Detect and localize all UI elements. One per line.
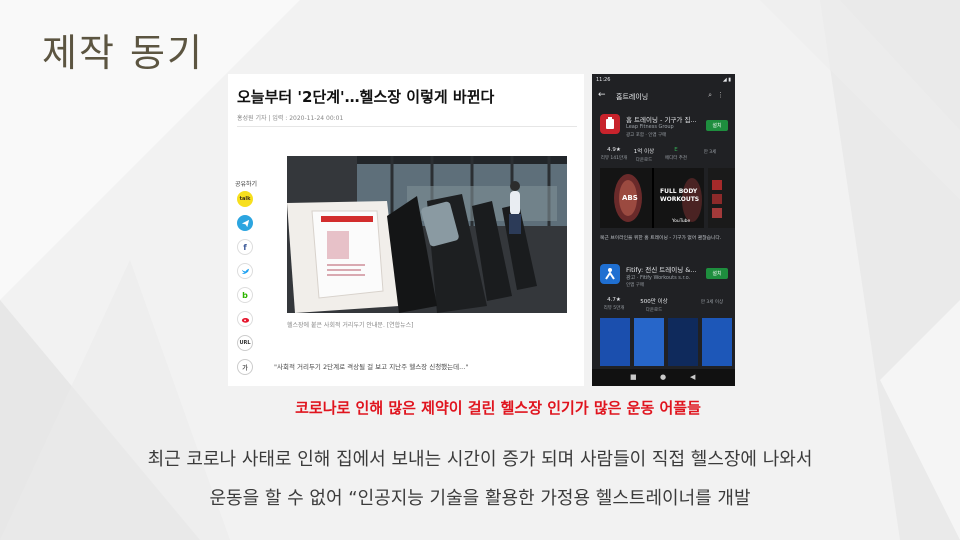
search-mic-icons[interactable]: ⌕⋮ — [708, 91, 729, 100]
status-bar: 11:26 ◢ ▮ — [592, 74, 735, 86]
body-text-line-2: 운동을 할 수 없어 “인공지능 기술을 활용한 가정용 헬스트레이너를 개발 — [209, 488, 751, 509]
weibo-share-icon[interactable] — [237, 311, 253, 327]
body-text-line-1: 최근 코로나 사태로 인해 집에서 보내는 시간이 증가 되며 사람들이 직접 … — [147, 449, 813, 470]
promo-full-body-label: FULL BODY WORKOUTS — [660, 188, 700, 203]
facebook-share-icon[interactable]: f — [237, 239, 253, 255]
youtube-badge: YouTube — [672, 219, 691, 224]
back-arrow-icon[interactable]: ← — [598, 90, 606, 100]
app2-stat-downloads: 500만 이상 다운로드 — [640, 299, 668, 313]
promo-abs-label: ABS — [622, 194, 638, 202]
copy-url-button[interactable]: URL — [237, 335, 253, 351]
play-store-screenshot: 11:26 ◢ ▮ ← 홈트레이닝 ⌕⋮ 홈 트레이닝 - 기구가 집... L… — [592, 74, 735, 386]
app2-developer: 광고 · Fitify Workouts s.r.o. — [626, 275, 691, 281]
app1-stat-editors-choice: E 에디터 추천 — [664, 147, 688, 161]
image-caption: 코로나로 인해 많은 제약이 걸린 헬스장 인기가 많은 운동 어플들 — [295, 399, 701, 417]
app2-screenshot[interactable] — [634, 318, 664, 366]
home-icon[interactable]: ● — [660, 373, 666, 381]
gym-treadmill-photo — [287, 156, 567, 313]
fitify-app-icon[interactable] — [600, 264, 620, 284]
app2-meta: 인앱 구매 — [626, 283, 644, 288]
article-quote: "사회적 거리두기 2단계로 격상될 걸 보고 지난주 헬스장 신청했는데...… — [274, 363, 469, 371]
app2-install-button[interactable]: 설치 — [706, 268, 728, 279]
app2-screenshot[interactable] — [702, 318, 732, 366]
app1-stat-age: 만 3세 — [703, 150, 717, 155]
search-app-bar: ← 홈트레이닝 ⌕⋮ — [592, 87, 735, 107]
app2-stats: 4.7★ 리뷰 5만개 500만 이상 다운로드 만 3세 이상 — [600, 297, 735, 317]
article-photo — [287, 156, 567, 313]
app2-name[interactable]: Fitify: 전신 트레이닝 &... — [626, 264, 697, 274]
app1-developer: Leap Fitness Group — [626, 124, 674, 130]
status-time: 11:26 — [596, 77, 611, 83]
band-share-icon[interactable]: b — [237, 287, 253, 303]
app2-stat-age: 만 3세 이상 — [700, 300, 724, 305]
article-headline: 오늘부터 '2단계'…헬스장 이렇게 바뀐다 — [237, 88, 495, 106]
kakaotalk-share-icon[interactable]: talk — [237, 191, 253, 207]
app1-stat-rating: 4.9★ 리뷰 141만개 — [600, 147, 628, 161]
share-buttons: talk f b URL 가 — [237, 191, 255, 383]
app2-screenshot[interactable] — [668, 318, 698, 366]
search-query[interactable]: 홈트레이닝 — [616, 92, 648, 102]
app1-meta: 광고 포함 · 인앱 구매 — [626, 133, 667, 138]
telegram-share-icon[interactable] — [237, 215, 253, 231]
app1-name[interactable]: 홈 트레이닝 - 기구가 집... — [626, 114, 697, 124]
app1-install-button[interactable]: 설치 — [706, 120, 728, 131]
app1-stat-downloads: 1억 이상 다운로드 — [633, 149, 655, 163]
news-article-screenshot: 오늘부터 '2단계'…헬스장 이렇게 바뀐다 홍성원 기자 | 입력 : 202… — [228, 74, 584, 386]
home-workout-app-icon[interactable] — [600, 114, 620, 134]
share-label: 공유하기 — [235, 181, 258, 188]
app1-stats: 4.9★ 리뷰 141만개 1억 이상 다운로드 E 에디터 추천 만 3세 — [600, 147, 735, 167]
app2-screenshot[interactable] — [600, 318, 630, 366]
app2-screenshots — [600, 318, 735, 366]
signal-battery-icon: ◢ ▮ — [722, 77, 731, 83]
slide-title: 제작 동기 — [42, 31, 204, 75]
recents-icon[interactable]: ■ — [630, 373, 637, 381]
article-byline: 홍성원 기자 | 입력 : 2020-11-24 00:01 — [237, 115, 344, 122]
app1-promo-video[interactable]: ABS FULL BODY WORKOUTS YouTube — [600, 168, 704, 228]
back-icon[interactable]: ◀ — [690, 373, 695, 381]
divider — [237, 126, 577, 127]
android-nav-bar: ■ ● ◀ — [592, 369, 735, 386]
app2-stat-rating: 4.7★ 리뷰 5만개 — [603, 297, 625, 311]
font-size-button[interactable]: 가 — [237, 359, 253, 375]
twitter-share-icon[interactable] — [237, 263, 253, 279]
photo-caption: 헬스장에 붙은 사회적 거리두기 안내문. [연합뉴스] — [287, 322, 414, 329]
app1-screenshot-thumb[interactable] — [708, 168, 735, 228]
app1-description: 복근 브이라인을 위한 홈 트레이닝 - 기구가 없어 괜찮습니다. — [600, 236, 722, 241]
